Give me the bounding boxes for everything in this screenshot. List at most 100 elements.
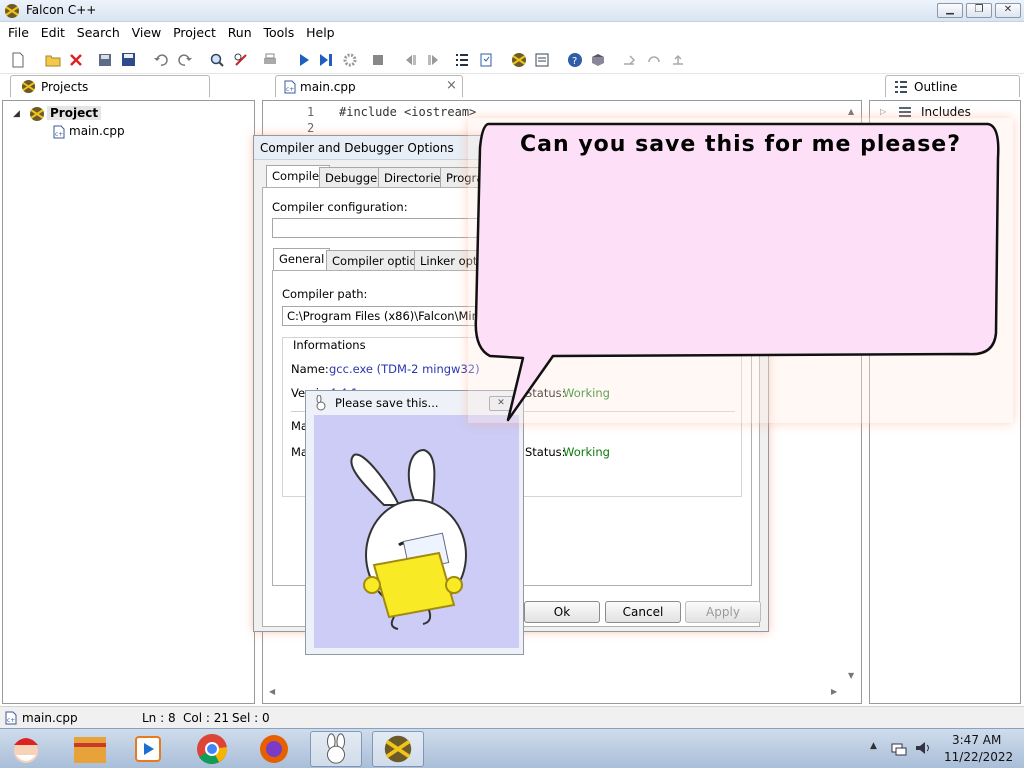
window-title: Falcon C++: [26, 3, 97, 17]
media-player-icon[interactable]: [122, 731, 174, 767]
line-number-2: 2: [307, 121, 315, 135]
falcon-app-icon: [5, 4, 19, 18]
falcon-tool-icon[interactable]: [511, 52, 527, 68]
status-file-icon: c+: [5, 711, 17, 725]
redo-icon[interactable]: [177, 52, 193, 68]
volume-icon[interactable]: [914, 740, 932, 756]
maximize-button[interactable]: ❐: [966, 3, 992, 18]
debug-over-icon[interactable]: [646, 52, 662, 68]
toolbar: ?: [0, 46, 1024, 74]
run-icon[interactable]: [296, 52, 312, 68]
status-column: Col : 21: [183, 711, 229, 725]
tab-main-cpp[interactable]: c+ main.cpp ×: [275, 75, 463, 97]
santa-start-icon[interactable]: [4, 731, 48, 767]
scroll-down-icon[interactable]: ▼: [848, 671, 854, 680]
config-label: Compiler configuration:: [272, 200, 408, 214]
tree-project-root[interactable]: Project: [47, 106, 102, 120]
tree-expand-icon[interactable]: ◢: [13, 109, 20, 119]
close-tab-icon[interactable]: ×: [446, 78, 457, 93]
menu-edit[interactable]: Edit: [41, 22, 65, 40]
bunny-holding-folder-icon: [350, 448, 467, 630]
outline-expand-icon[interactable]: ▷: [880, 107, 886, 116]
subtab-general[interactable]: General: [273, 248, 331, 270]
scroll-left-icon[interactable]: ◀: [269, 687, 275, 696]
save-request-popup: Please save this... ✕: [305, 390, 524, 655]
speech-bubble-shape: [474, 122, 1000, 422]
tree-main-cpp[interactable]: main.cpp: [69, 124, 125, 138]
help-icon[interactable]: ?: [567, 52, 583, 68]
menu-view[interactable]: View: [132, 22, 162, 40]
close-button[interactable]: ✕: [995, 3, 1021, 18]
status-label-2: Status:: [525, 445, 566, 459]
undo-icon[interactable]: [153, 52, 169, 68]
line-number-1: 1: [307, 105, 315, 119]
menu-tools[interactable]: Tools: [263, 22, 294, 40]
step-back-icon[interactable]: [402, 52, 418, 68]
tray-time[interactable]: 3:47 AM: [952, 733, 1001, 747]
step-forward-icon[interactable]: [426, 52, 442, 68]
open-folder-icon[interactable]: [45, 52, 61, 68]
cpp-file-icon: c+: [53, 125, 65, 139]
menu-run[interactable]: Run: [228, 22, 252, 40]
run-to-end-icon[interactable]: [318, 52, 334, 68]
bookmark-icon[interactable]: [478, 52, 494, 68]
outline-icon: [895, 81, 907, 93]
status-bar: c+ main.cpp Ln : 8 Col : 21 Sel : 0: [0, 706, 1024, 728]
scroll-right-icon[interactable]: ▶: [831, 687, 837, 696]
tray-date[interactable]: 11/22/2022: [944, 750, 1013, 764]
tray-expand-icon[interactable]: ▲: [870, 741, 877, 751]
bunny-small-icon: [316, 395, 326, 411]
speech-overlay: Can you save this for me please?: [468, 118, 1013, 423]
book-icon[interactable]: [590, 52, 606, 68]
status-file: main.cpp: [22, 711, 78, 725]
ok-button[interactable]: Ok: [524, 601, 600, 623]
scroll-up-icon[interactable]: ▲: [848, 107, 854, 116]
apply-button[interactable]: Apply: [685, 601, 761, 623]
debug-step-icon[interactable]: [622, 52, 638, 68]
name-value: gcc.exe (TDM-2 mingw32): [329, 362, 480, 376]
name-label: Name:: [291, 362, 329, 376]
save-icon[interactable]: [97, 52, 113, 68]
projects-tab-label: Projects: [41, 80, 89, 94]
options-icon[interactable]: [534, 52, 550, 68]
status-selection: Sel : 0: [232, 711, 270, 725]
falcon-taskbar-icon[interactable]: [372, 731, 424, 767]
dialog-title: Compiler and Debugger Options: [260, 141, 454, 155]
menu-project[interactable]: Project: [173, 22, 216, 40]
print-icon[interactable]: [262, 52, 278, 68]
popup-title: Please save this...: [335, 396, 439, 410]
svg-text:?: ?: [572, 56, 577, 67]
debug-out-icon[interactable]: [670, 52, 686, 68]
minimize-button[interactable]: ▁: [937, 3, 963, 18]
editor-tab-label: main.cpp: [300, 80, 356, 94]
bunny-app-icon[interactable]: [310, 731, 362, 767]
network-icon[interactable]: [890, 740, 908, 756]
compiler-path-label: Compiler path:: [282, 287, 368, 301]
list-icon[interactable]: [454, 52, 470, 68]
project-icon: [30, 107, 44, 121]
firefox-icon[interactable]: [248, 731, 300, 767]
build-gear-icon[interactable]: [342, 52, 358, 68]
menu-search[interactable]: Search: [77, 22, 120, 40]
popup-image-area: [314, 415, 519, 648]
svg-text:c+: c+: [286, 86, 294, 93]
replace-icon[interactable]: [233, 52, 249, 68]
file-explorer-icon[interactable]: [64, 731, 116, 767]
outline-tab-label: Outline: [914, 80, 958, 94]
outline-includes[interactable]: Includes: [921, 105, 971, 119]
speech-bubble-text: Can you save this for me please?: [520, 132, 961, 157]
stop-icon[interactable]: [370, 52, 386, 68]
taskbar: ▲ 3:47 AM 11/22/2022: [0, 728, 1024, 768]
find-icon[interactable]: [209, 52, 225, 68]
save-all-icon[interactable]: [121, 52, 137, 68]
title-bar: Falcon C++ ▁ ❐ ✕: [0, 0, 1024, 22]
tab-outline[interactable]: Outline: [885, 75, 1020, 97]
cancel-button[interactable]: Cancel: [605, 601, 681, 623]
menu-file[interactable]: File: [8, 22, 29, 40]
new-file-icon[interactable]: [10, 52, 26, 68]
close-file-icon[interactable]: [68, 52, 84, 68]
chrome-icon[interactable]: [186, 731, 238, 767]
menu-help[interactable]: Help: [306, 22, 335, 40]
tab-projects[interactable]: Projects: [10, 75, 210, 97]
falcon-project-icon: [21, 79, 36, 94]
